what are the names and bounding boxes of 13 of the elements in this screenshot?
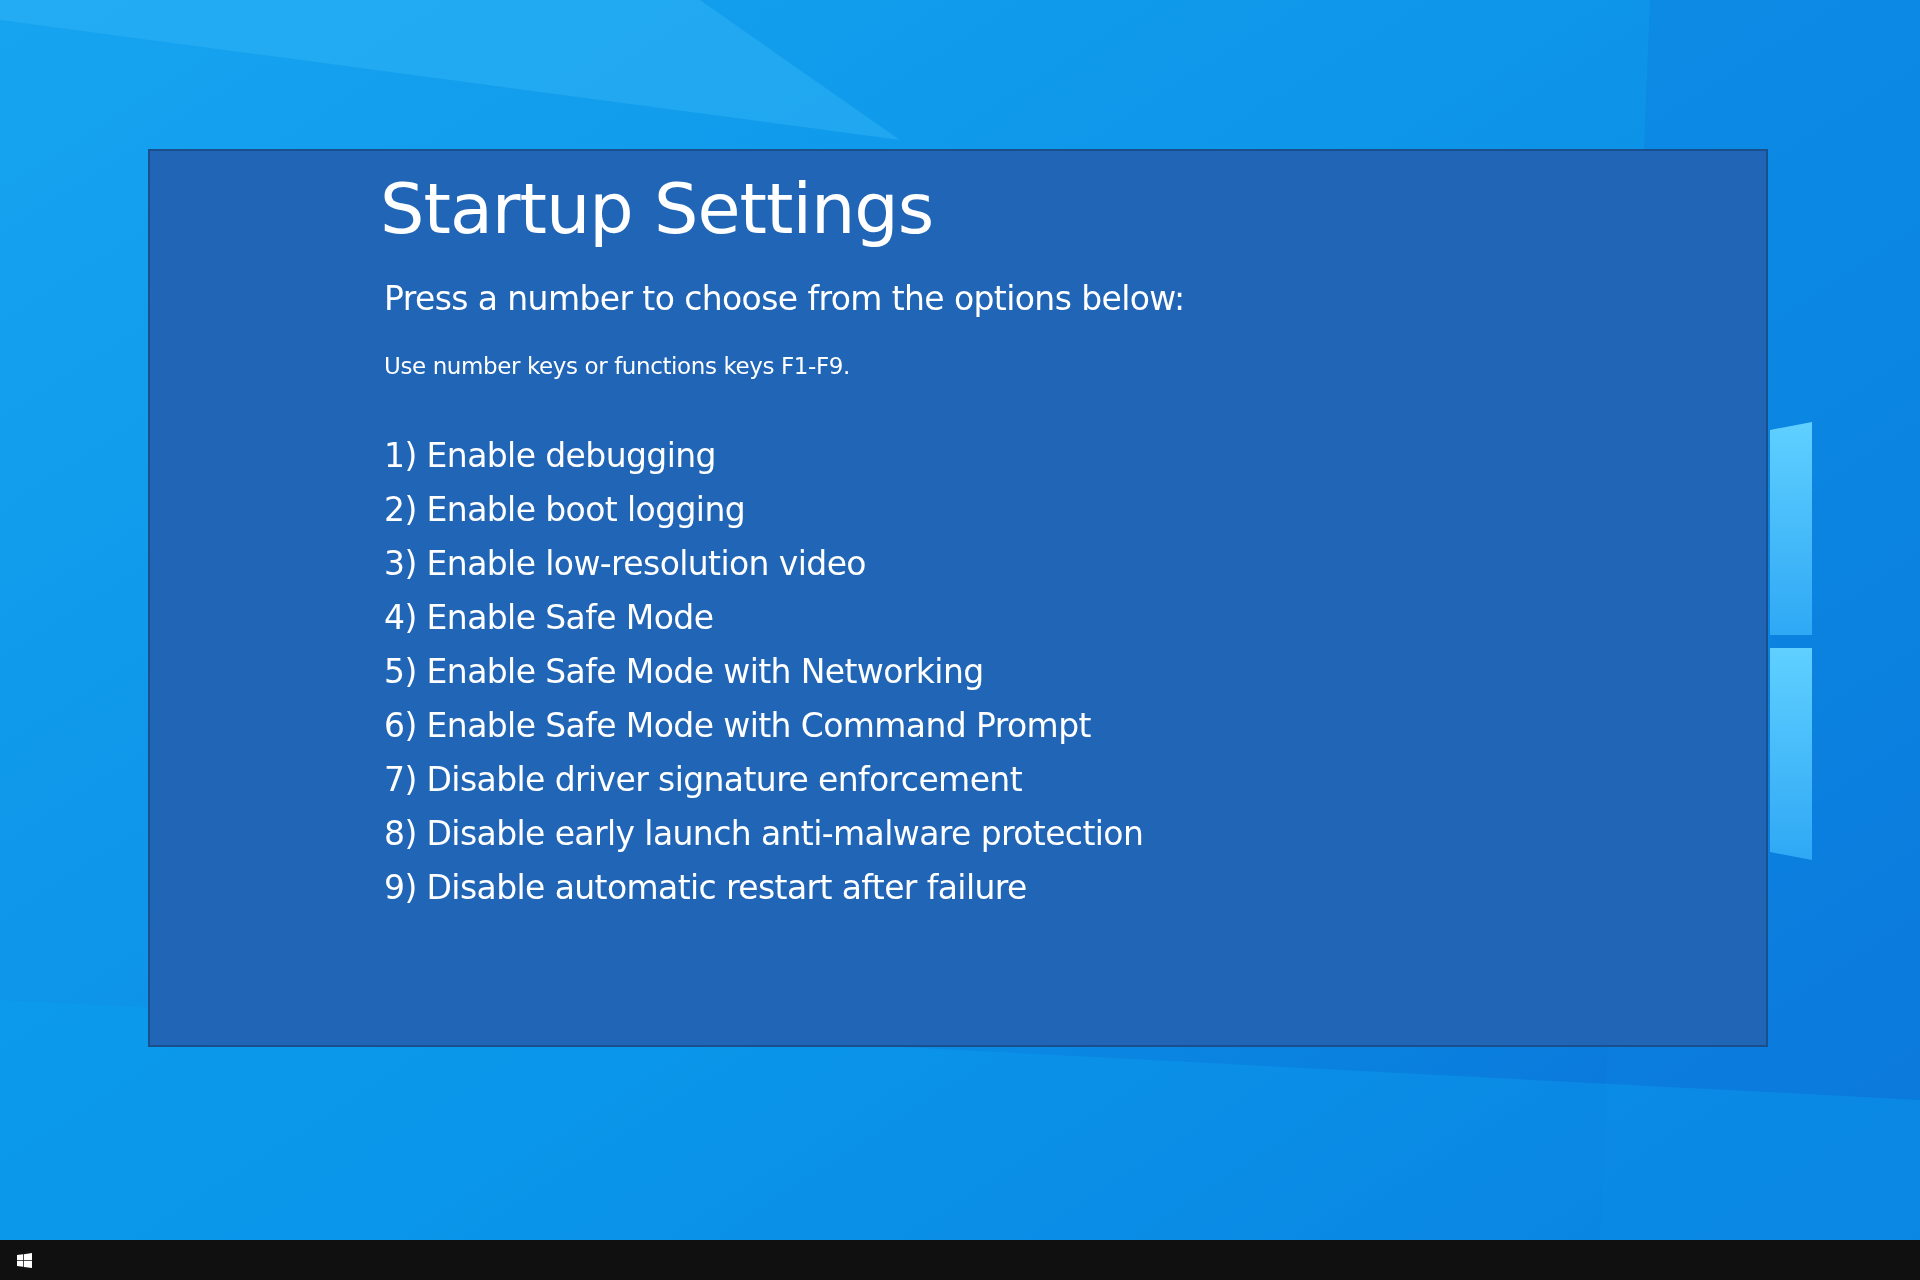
startup-option[interactable]: 2) Enable boot logging [384, 483, 746, 537]
startup-option[interactable]: 4) Enable Safe Mode [384, 591, 714, 645]
startup-option[interactable]: 8) Disable early launch anti-malware protection [384, 807, 1144, 861]
startup-option[interactable]: 6) Enable Safe Mode with Command Prompt [384, 699, 1091, 753]
startup-option[interactable]: 7) Disable driver signature enforcement [384, 753, 1022, 807]
hint-text: Use number keys or functions keys F1-F9. [384, 352, 850, 381]
screen-title: Startup Settings [380, 167, 934, 252]
startup-option[interactable]: 3) Enable low-resolution video [384, 537, 866, 591]
startup-option[interactable]: 5) Enable Safe Mode with Networking [384, 645, 984, 699]
startup-option[interactable]: 1) Enable debugging [384, 429, 716, 483]
startup-option[interactable]: 9) Disable automatic restart after failure [384, 861, 1027, 915]
windows-logo-icon[interactable] [17, 1252, 32, 1268]
instruction-text: Press a number to choose from the options below: [384, 279, 1185, 319]
